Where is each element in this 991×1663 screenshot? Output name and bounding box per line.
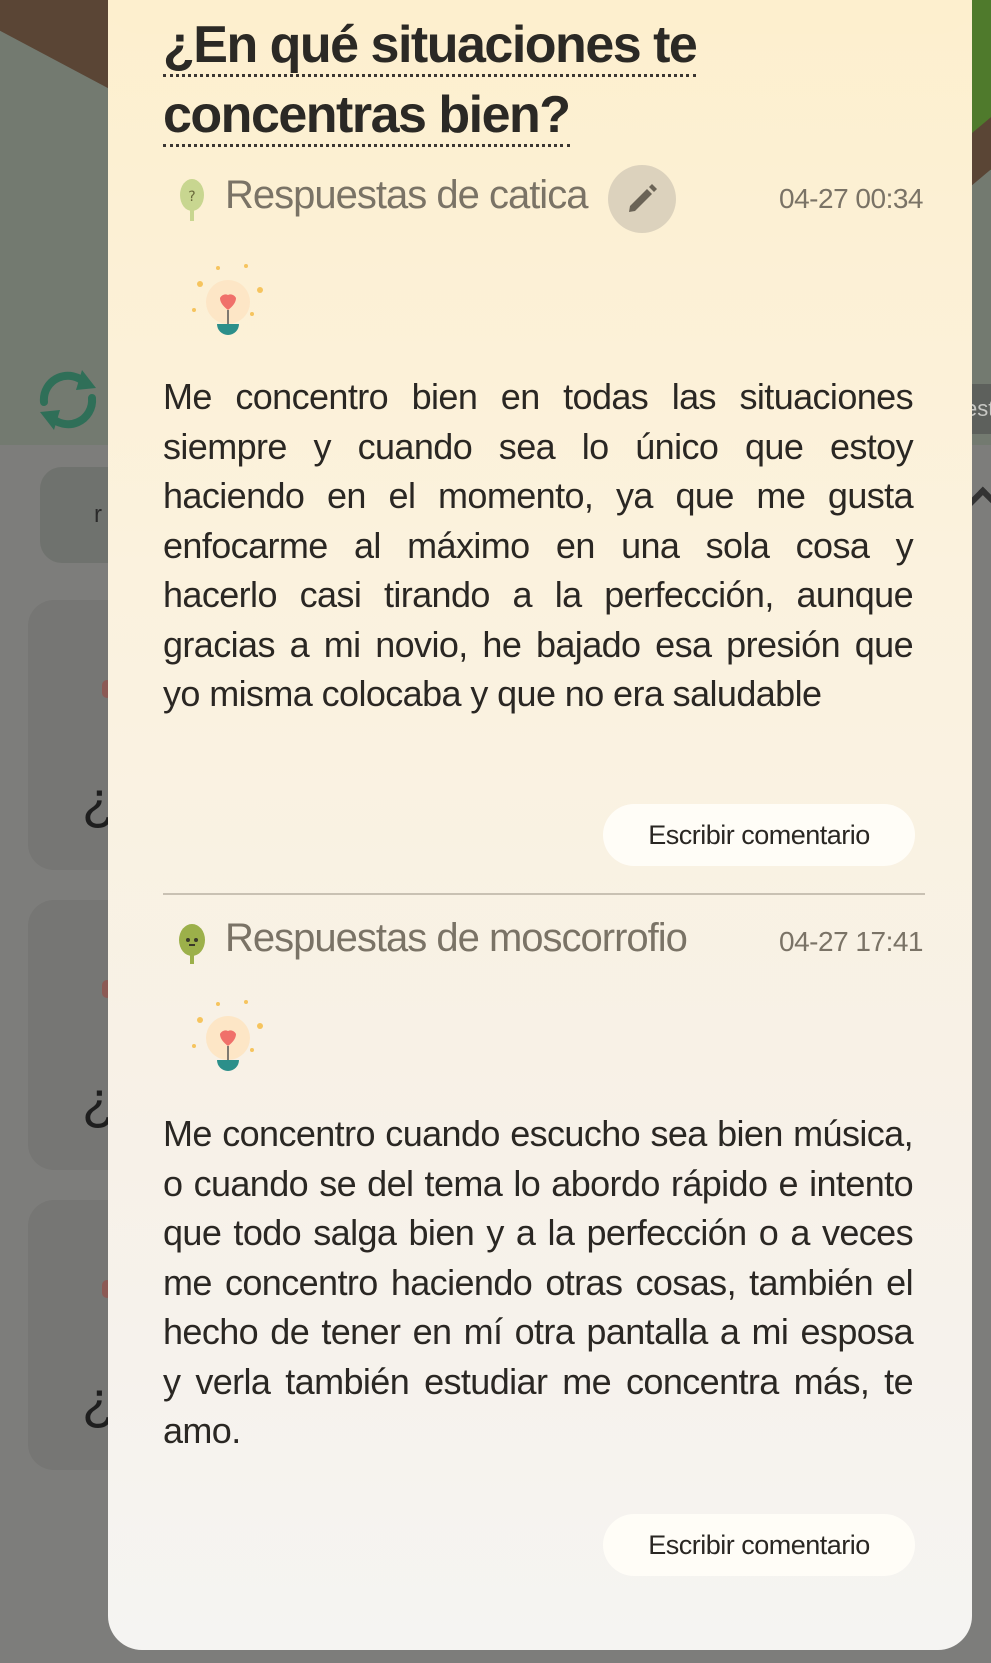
lightbulb-heart-icon (192, 1000, 263, 1071)
refresh-icon[interactable] (30, 362, 106, 438)
tree-character-icon (179, 924, 205, 964)
answer-header: ? Respuestas de catica 04-27 00:34 (163, 165, 923, 235)
tree-question-icon: ? (180, 179, 204, 221)
answer-timestamp: 04-27 00:34 (779, 183, 923, 214)
answer-header: Respuestas de moscorrofio 04-27 17:41 (163, 908, 923, 978)
answer-author: Respuestas de moscorrofio (225, 916, 688, 960)
edit-button[interactable] (608, 165, 676, 233)
answer-timestamp: 04-27 17:41 (779, 926, 923, 957)
lightbulb-heart-icon (192, 264, 263, 335)
answer-text: Me concentro bien en todas las situacion… (163, 376, 914, 714)
write-comment-button[interactable]: Escribir comentario (603, 804, 915, 866)
answer-text: Me concentro cuando escucho sea bien mús… (163, 1113, 914, 1451)
question-title: ¿En qué situaciones te concentras bien? (163, 10, 783, 150)
svg-text:?: ? (188, 189, 195, 205)
pencil-icon (629, 184, 657, 212)
answer-divider (163, 893, 925, 895)
answer-author: Respuestas de catica (225, 173, 588, 217)
answers-modal: ¿En qué situaciones te concentras bien? … (108, 0, 972, 1650)
write-comment-button[interactable]: Escribir comentario (603, 1514, 915, 1576)
